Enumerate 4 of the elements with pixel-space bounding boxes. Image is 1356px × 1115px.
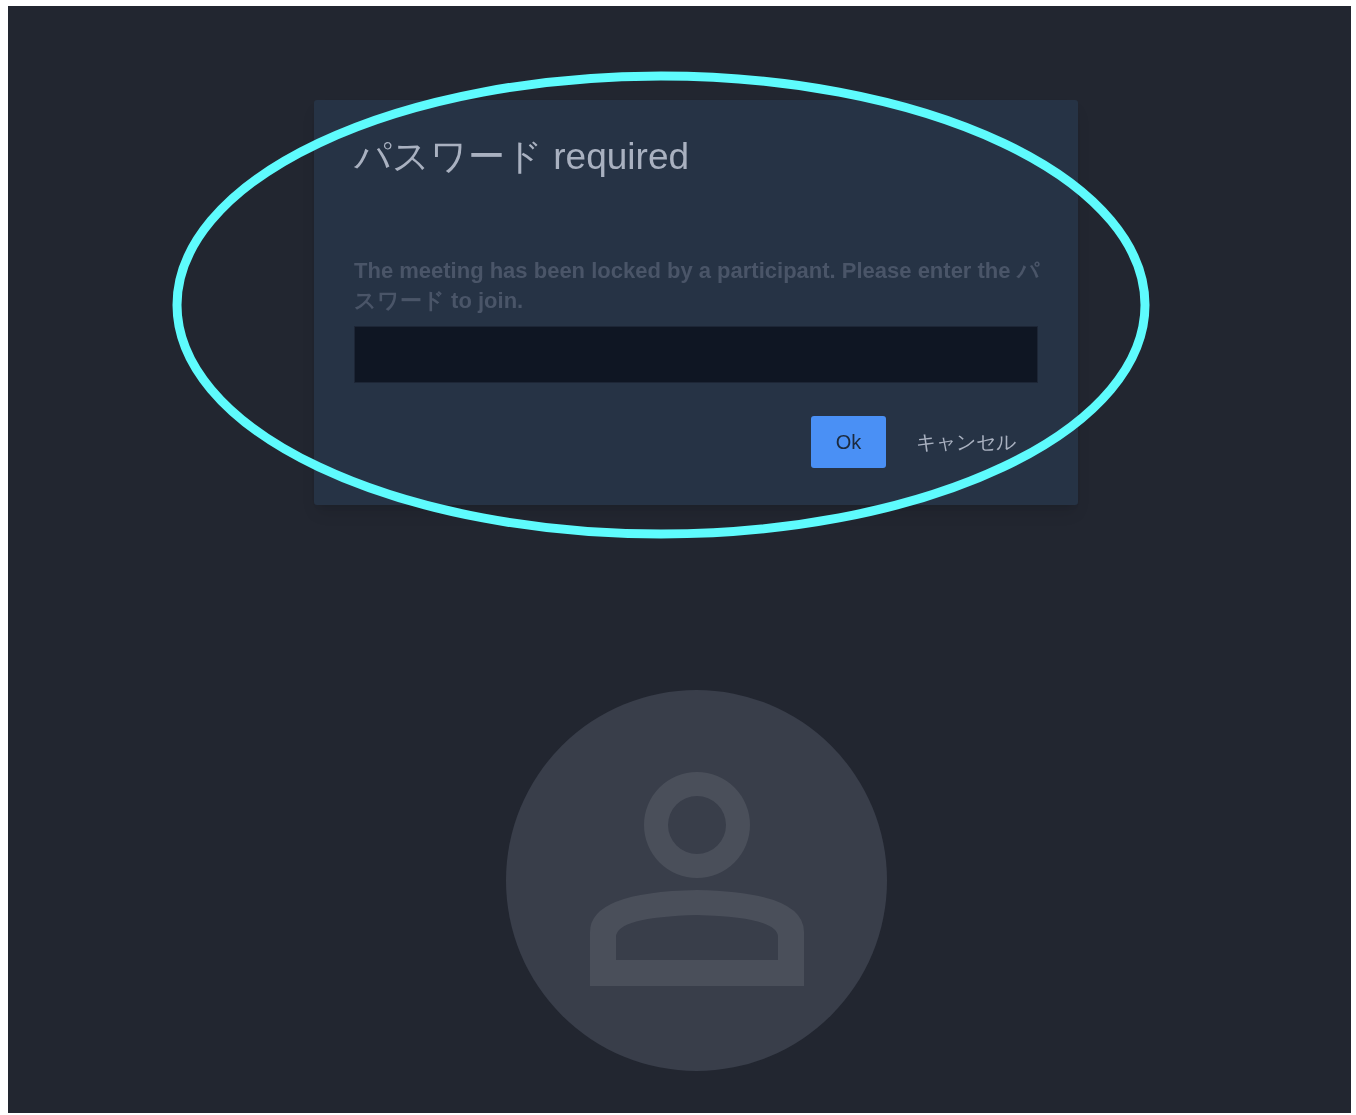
dialog-title: パスワード required [354, 136, 690, 178]
password-field[interactable] [354, 326, 1038, 383]
cancel-button[interactable]: キャンセル [916, 416, 1016, 468]
ok-button[interactable]: Ok [811, 416, 886, 468]
